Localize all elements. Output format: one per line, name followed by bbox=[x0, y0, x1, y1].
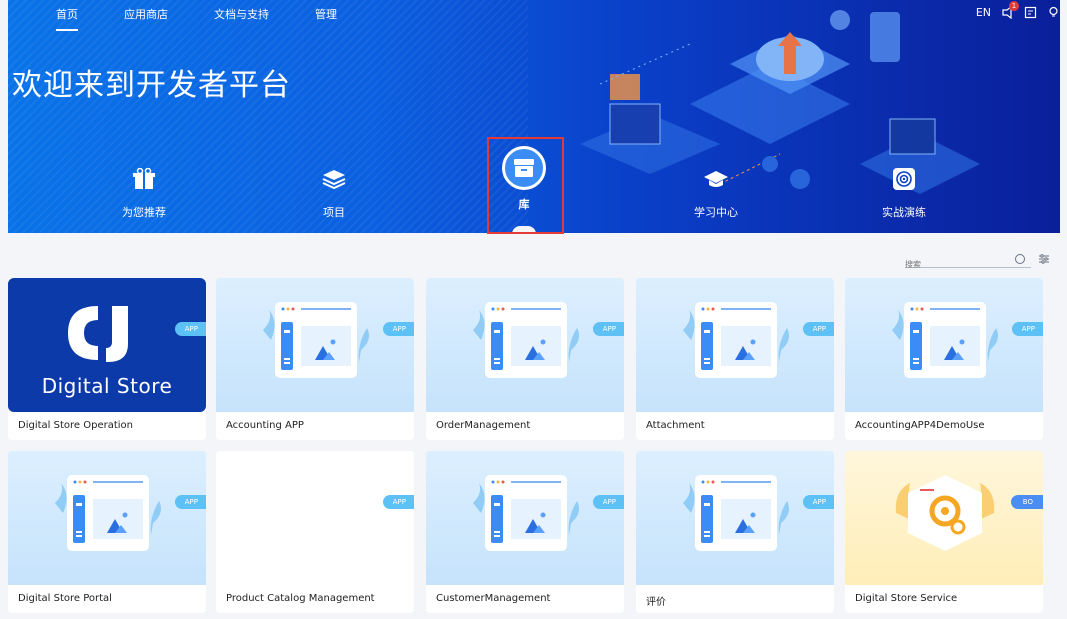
card-title: Attachment bbox=[646, 420, 705, 431]
card-thumbnail: APP bbox=[216, 278, 414, 412]
card-type-tag: APP bbox=[382, 495, 414, 509]
app-thumbnail-illustration bbox=[263, 302, 369, 378]
welcome-title: 欢迎来到开发者平台 bbox=[12, 68, 291, 103]
hero-banner: 首页 应用商店 文档与支持 管理 EN 1 欢迎来到开发者平台 为您推荐 项目 … bbox=[8, 0, 1060, 233]
library-card[interactable]: APP OrderManagement bbox=[426, 278, 624, 440]
edit-note-icon[interactable] bbox=[1024, 6, 1037, 19]
graduation-cap-icon bbox=[704, 171, 728, 187]
quick-link-label: 实战演练 bbox=[882, 206, 926, 219]
quick-link-label: 库 bbox=[518, 198, 530, 211]
nav-item-manage[interactable]: 管理 bbox=[315, 6, 337, 22]
nav-item-home[interactable]: 首页 bbox=[56, 6, 78, 31]
library-card[interactable]: APP CustomerManagement bbox=[426, 451, 624, 613]
digital-store-logo bbox=[68, 306, 128, 362]
app-thumbnail-illustration bbox=[473, 475, 579, 551]
card-type-tag: APP bbox=[592, 322, 624, 336]
card-title: Digital Store Portal bbox=[18, 593, 112, 604]
nav-item-docs-support[interactable]: 文档与支持 bbox=[214, 6, 269, 22]
quick-link-learning-center[interactable]: 学习中心 bbox=[676, 160, 756, 220]
layers-icon bbox=[322, 170, 346, 190]
card-thumbnail: APP bbox=[8, 451, 206, 585]
card-thumbnail: APP bbox=[636, 278, 834, 412]
card-type-tag: APP bbox=[174, 495, 206, 509]
library-card[interactable]: APP Product Catalog Management bbox=[216, 451, 414, 613]
target-icon bbox=[893, 168, 915, 190]
top-navigation: 首页 应用商店 文档与支持 管理 bbox=[56, 6, 383, 31]
library-card[interactable]: Digital Store APP Digital Store Operatio… bbox=[8, 278, 206, 440]
card-thumbnail: APP bbox=[845, 278, 1043, 412]
gift-icon bbox=[133, 168, 155, 189]
quick-link-practice[interactable]: 实战演练 bbox=[864, 160, 944, 220]
search-box[interactable] bbox=[905, 252, 1031, 272]
notification-icon[interactable]: 1 bbox=[1001, 1, 1019, 20]
library-card[interactable]: APP AccountingAPP4DemoUse bbox=[845, 278, 1043, 440]
library-card[interactable]: APP Digital Store Portal bbox=[8, 451, 206, 613]
quick-link-recommended[interactable]: 为您推荐 bbox=[104, 160, 184, 220]
app-thumbnail-illustration bbox=[473, 302, 579, 378]
archive-icon bbox=[514, 159, 534, 177]
filter-icon[interactable] bbox=[1039, 254, 1049, 264]
card-thumbnail: APP bbox=[636, 451, 834, 585]
notification-badge: 1 bbox=[1009, 1, 1019, 11]
app-thumbnail-illustration bbox=[683, 475, 789, 551]
lightbulb-icon[interactable] bbox=[1047, 6, 1060, 19]
library-card[interactable]: BO Digital Store Service bbox=[845, 451, 1043, 613]
card-title: OrderManagement bbox=[436, 420, 531, 431]
business-object-illustration bbox=[895, 475, 995, 551]
search-input[interactable] bbox=[905, 257, 1005, 272]
card-title: 评价 bbox=[646, 597, 666, 608]
card-title: Digital Store Service bbox=[855, 593, 958, 604]
quick-link-label: 学习中心 bbox=[694, 206, 738, 219]
card-title: Digital Store Operation bbox=[18, 420, 133, 431]
developer-platform-page: 首页 应用商店 文档与支持 管理 EN 1 欢迎来到开发者平台 为您推荐 项目 … bbox=[0, 0, 1067, 619]
library-card[interactable]: APP 评价 bbox=[636, 451, 834, 613]
search-icon[interactable] bbox=[1015, 254, 1025, 264]
language-switch[interactable]: EN bbox=[976, 6, 991, 19]
library-card[interactable]: APP Accounting APP bbox=[216, 278, 414, 440]
card-thumbnail: APP bbox=[426, 451, 624, 585]
card-type-tag: APP bbox=[1011, 322, 1043, 336]
header-actions: EN 1 bbox=[976, 1, 1060, 20]
card-title: Product Catalog Management bbox=[226, 593, 375, 604]
library-card[interactable]: APP Attachment bbox=[636, 278, 834, 440]
nav-item-app-store[interactable]: 应用商店 bbox=[124, 6, 168, 22]
logo-text: Digital Store bbox=[41, 374, 173, 398]
card-type-tag: APP bbox=[802, 322, 834, 336]
card-type-tag: APP bbox=[592, 495, 624, 509]
quick-link-label: 为您推荐 bbox=[122, 206, 166, 219]
card-title: CustomerManagement bbox=[436, 593, 551, 604]
card-thumbnail: APP bbox=[426, 278, 624, 412]
card-thumbnail: Digital Store APP bbox=[8, 278, 206, 412]
quick-link-library[interactable]: 库 bbox=[484, 146, 564, 212]
app-thumbnail-illustration bbox=[683, 302, 789, 378]
card-type-tag: BO bbox=[1010, 495, 1043, 509]
app-thumbnail-illustration bbox=[55, 475, 161, 551]
card-type-tag: APP bbox=[802, 495, 834, 509]
card-thumbnail: BO bbox=[845, 451, 1043, 585]
quick-link-label: 项目 bbox=[323, 206, 345, 219]
card-title: AccountingAPP4DemoUse bbox=[855, 420, 985, 431]
card-type-tag: APP bbox=[382, 322, 414, 336]
card-type-tag: APP bbox=[174, 322, 206, 336]
quick-link-projects[interactable]: 项目 bbox=[294, 160, 374, 220]
card-title: Accounting APP bbox=[226, 420, 304, 431]
app-thumbnail-illustration bbox=[892, 302, 998, 378]
card-thumbnail: APP bbox=[216, 451, 414, 585]
